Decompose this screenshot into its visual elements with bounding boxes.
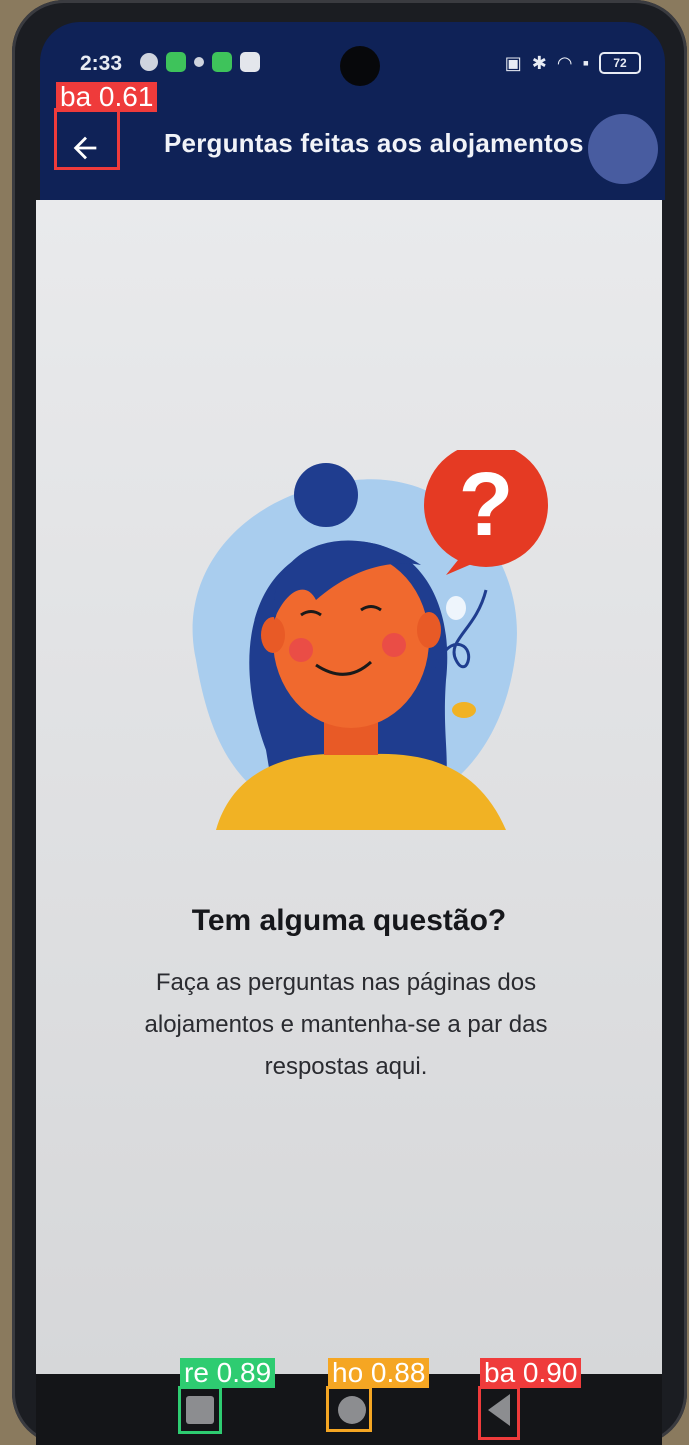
svg-text:?: ?	[459, 455, 514, 555]
app-icon	[166, 52, 186, 72]
status-system-icons: ▣ ✱ ◠ ▪ 72	[505, 52, 641, 74]
detection-label: ho 0.88	[328, 1358, 430, 1388]
app-icon	[240, 52, 260, 72]
nfc-icon: ▣	[504, 52, 522, 73]
wifi-icon: ◠	[556, 52, 573, 73]
front-camera	[340, 46, 380, 86]
detection-box	[478, 1386, 520, 1440]
detection-label: ba 0.90	[480, 1358, 582, 1388]
app-icon	[212, 52, 232, 72]
empty-state-screen: ? Tem alguma questão? Faça as perguntas …	[36, 200, 662, 1374]
detection-box	[54, 108, 120, 170]
detection-label: re 0.89	[180, 1358, 276, 1388]
bluetooth-icon: ✱	[531, 52, 547, 73]
detection-box	[326, 1386, 372, 1432]
battery-icon: 72	[599, 52, 641, 74]
touch-indicator	[588, 114, 658, 184]
detection-box	[178, 1386, 222, 1434]
page-title: Perguntas feitas aos alojamentos	[164, 128, 584, 158]
app-icon	[140, 53, 158, 71]
empty-state-headline: Tem alguma questão?	[191, 904, 507, 937]
app-bar: Perguntas feitas aos alojamentos	[40, 102, 665, 200]
bug-icon	[194, 57, 204, 67]
sim-icon: ▪	[582, 52, 589, 73]
question-illustration: ?	[192, 450, 548, 830]
empty-state-description: Faça as perguntas nas páginas dos alojam…	[144, 969, 548, 1080]
status-time: 2:33	[80, 52, 123, 75]
status-notification-icons	[140, 52, 260, 72]
